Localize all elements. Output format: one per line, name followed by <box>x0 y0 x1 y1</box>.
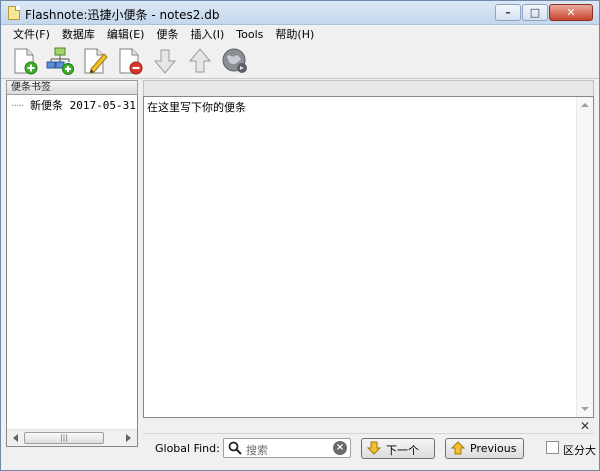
maximize-button[interactable]: □ <box>522 4 548 21</box>
find-next-button[interactable]: 下一个 <box>361 438 435 459</box>
tree-connector: ····· <box>11 99 25 112</box>
match-case-label: 区分大 <box>563 444 596 457</box>
find-divider <box>143 433 594 434</box>
scroll-down-icon[interactable] <box>581 407 589 411</box>
title-bar[interactable]: Flashnote:迅捷小便条 - notes2.db – □ ✕ <box>1 1 599 25</box>
globe-button[interactable] <box>219 45 252 77</box>
note-tree[interactable]: ····· 新便条 2017-05-31 ||| <box>6 95 138 447</box>
menu-file[interactable]: 文件(F) <box>7 25 56 44</box>
find-bar: ✕ Global Find: 搜索 × 下一个 Previous 区分大 <box>143 418 596 460</box>
tree-horizontal-scrollbar[interactable]: ||| <box>7 429 137 446</box>
menu-insert[interactable]: 插入(I) <box>184 25 230 44</box>
new-note-icon <box>14 48 38 75</box>
tree-item-note[interactable]: ····· 新便条 2017-05-31 <box>11 97 137 113</box>
menu-help[interactable]: 帮助(H) <box>269 25 320 44</box>
scroll-left-icon[interactable] <box>13 434 18 442</box>
find-previous-button[interactable]: Previous <box>445 438 524 459</box>
scroll-thumb[interactable]: ||| <box>24 432 104 444</box>
search-placeholder: 搜索 <box>246 444 268 457</box>
minimize-icon: – <box>505 6 511 19</box>
menu-edit[interactable]: 编辑(E) <box>101 25 151 44</box>
globe-icon <box>222 48 247 73</box>
search-input[interactable]: 搜索 × <box>223 438 351 458</box>
find-previous-label: Previous <box>470 442 517 455</box>
note-content[interactable]: 在这里写下你的便条 <box>147 99 246 115</box>
close-icon: ✕ <box>566 6 576 19</box>
caption-buttons: – □ ✕ <box>494 4 593 21</box>
move-up-button[interactable] <box>184 45 217 77</box>
find-label: Global Find: <box>155 442 220 455</box>
new-database-button[interactable] <box>44 45 77 77</box>
window-title: Flashnote:迅捷小便条 - notes2.db <box>25 8 220 22</box>
move-down-button[interactable] <box>149 45 182 77</box>
maximize-icon: □ <box>529 6 541 19</box>
tree-item-label: 新便条 2017-05-31 <box>29 99 136 112</box>
toolbar <box>1 44 599 79</box>
match-case-checkbox[interactable] <box>546 441 559 454</box>
minimize-button[interactable]: – <box>495 4 521 21</box>
close-button[interactable]: ✕ <box>549 4 593 21</box>
app-note-icon <box>8 6 20 20</box>
move-down-icon <box>153 49 177 74</box>
menu-note[interactable]: 便条 <box>150 25 184 44</box>
editor-vertical-scrollbar[interactable] <box>576 97 593 417</box>
menu-bar: 文件(F) 数据库 编辑(E) 便条 插入(I) Tools 帮助(H) <box>1 25 599 44</box>
search-icon <box>228 441 242 455</box>
find-next-label: 下一个 <box>386 444 419 457</box>
editor-ruler-bar <box>143 80 594 96</box>
menu-database[interactable]: 数据库 <box>56 25 101 44</box>
app-window: Flashnote:迅捷小便条 - notes2.db – □ ✕ 文件(F) … <box>0 0 600 471</box>
menu-tools[interactable]: Tools <box>230 25 269 44</box>
new-database-icon <box>46 47 74 75</box>
new-note-button[interactable] <box>9 45 42 77</box>
move-up-icon <box>188 48 212 73</box>
delete-note-button[interactable] <box>114 45 147 77</box>
scroll-right-icon[interactable] <box>126 434 131 442</box>
clear-search-icon[interactable]: × <box>333 441 347 455</box>
scroll-up-icon[interactable] <box>581 103 589 107</box>
arrow-up-icon <box>451 441 465 455</box>
edit-note-icon <box>84 48 108 74</box>
delete-note-icon <box>119 48 143 75</box>
note-editor[interactable]: 在这里写下你的便条 <box>143 96 594 418</box>
arrow-down-icon <box>367 441 381 455</box>
find-close-icon[interactable]: ✕ <box>580 419 590 433</box>
edit-note-button[interactable] <box>79 45 112 77</box>
bookmark-panel-header: 便条书签 <box>6 80 138 95</box>
